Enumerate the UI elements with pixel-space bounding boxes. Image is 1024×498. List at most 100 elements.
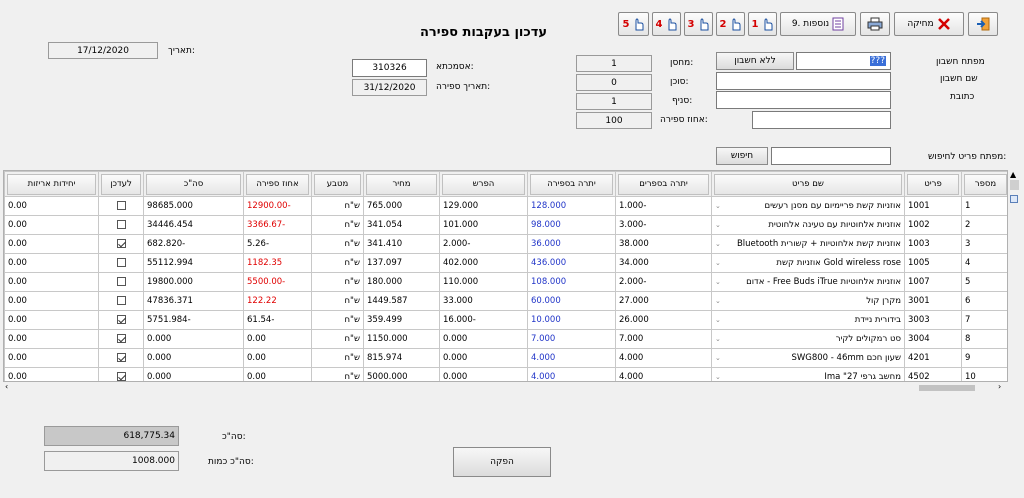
cell-book[interactable]: -2.000 [615,272,712,292]
cell-units[interactable]: 0.00 [4,272,99,292]
chevron-down-icon[interactable]: ⌄ [715,202,721,210]
column-header[interactable]: מטבע [311,171,364,197]
cell-num[interactable]: 6 [961,291,1007,311]
cell-units[interactable]: 0.00 [4,253,99,273]
cell-name[interactable]: ⌄ מקרן קול [711,291,905,311]
cell-update[interactable] [98,291,144,311]
cell-item[interactable]: 3004 [904,329,962,349]
cell-curr[interactable]: ש"ח [311,348,364,368]
cell-price[interactable]: 341.054 [363,215,440,235]
cell-curr[interactable]: ש"ח [311,272,364,292]
cell-name[interactable]: ⌄ אוזניות קשת פריימיום עם מסנן רעשים [711,196,905,216]
table-row[interactable]: 4 1005 ⌄ Gold wireless rose אוזניות קשת 34.0… [4,253,1007,273]
cell-book[interactable]: 4.000 [615,367,712,381]
column-header[interactable]: סה"כ [143,171,244,197]
chevron-down-icon[interactable]: ⌄ [715,373,721,381]
update-checkbox[interactable] [116,220,126,229]
cell-count[interactable]: 10.000 [527,310,616,330]
table-row[interactable]: 6 3001 ⌄ מקרן קול 27.000 60.000 33.000 1449.587… [4,291,1007,311]
chevron-down-icon[interactable]: ⌄ [715,278,721,286]
cell-curr[interactable]: ש"ח [311,253,364,273]
column-header[interactable]: אחוז ספירה [243,171,312,197]
cell-units[interactable]: 0.00 [4,291,99,311]
table-row[interactable]: 7 3003 ⌄ בידורית ניידת 26.000 10.000 -16.000 35… [4,310,1007,330]
update-checkbox[interactable] [116,296,126,305]
cell-pct[interactable]: 122.22 [243,291,312,311]
cell-count[interactable]: 7.000 [527,329,616,349]
reference-input[interactable]: 310326 [352,59,427,77]
cell-book[interactable]: 4.000 [615,348,712,368]
hand-button-5[interactable]: 5 [618,12,649,36]
update-checkbox[interactable] [116,353,126,362]
execute-button[interactable]: הפקה [453,447,551,477]
column-header[interactable]: שם פריט [711,171,905,197]
update-checkbox[interactable] [116,334,126,343]
cell-curr[interactable]: ש"ח [311,291,364,311]
cell-book[interactable]: 27.000 [615,291,712,311]
cell-update[interactable] [98,215,144,235]
cell-curr[interactable]: ש"ח [311,367,364,381]
cell-curr[interactable]: ש"ח [311,234,364,254]
update-checkbox[interactable] [116,201,126,210]
scrollbar-thumb[interactable] [919,385,975,391]
column-header[interactable]: לעדכן [98,171,144,197]
print-button[interactable] [860,12,890,36]
update-checkbox[interactable] [116,258,126,267]
account-key-input[interactable]: ??? [796,52,891,70]
cell-num[interactable]: 7 [961,310,1007,330]
cell-update[interactable] [98,196,144,216]
cell-price[interactable]: 137.097 [363,253,440,273]
cell-units[interactable]: 0.00 [4,329,99,349]
cell-update[interactable] [98,234,144,254]
cell-name[interactable]: ⌄ מחשב גרפי 27" Ima [711,367,905,381]
cell-pct[interactable]: -3366.67 [243,215,312,235]
cell-num[interactable]: 9 [961,348,1007,368]
table-row[interactable]: 2 1002 ⌄ אוזניות אלחוטיות עם טעינה אלחוטית -… [4,215,1007,235]
cell-name[interactable]: ⌄ בידורית ניידת [711,310,905,330]
cell-book[interactable]: -3.000 [615,215,712,235]
column-header[interactable]: פריט [904,171,962,197]
cell-count[interactable]: 60.000 [527,291,616,311]
cell-count[interactable]: 98.000 [527,215,616,235]
cell-price[interactable]: 5000.000 [363,367,440,381]
cell-diff[interactable]: 101.000 [439,215,528,235]
cell-num[interactable]: 8 [961,329,1007,349]
cell-units[interactable]: 0.00 [4,196,99,216]
grid-scroll-up-icon[interactable]: ▲ [1010,170,1016,179]
cell-diff[interactable]: 0.000 [439,329,528,349]
cell-diff[interactable]: 0.000 [439,367,528,381]
cell-num[interactable]: 10 [961,367,1007,381]
cell-book[interactable]: 38.000 [615,234,712,254]
cell-total[interactable]: 0.000 [143,329,244,349]
cell-count[interactable]: 4.000 [527,367,616,381]
item-search-input[interactable] [771,147,891,165]
update-checkbox[interactable] [116,277,126,286]
cell-diff[interactable]: -2.000 [439,234,528,254]
table-row[interactable]: 3 1003 ⌄ אוזניות קשת אלחוטיות + קשורית Blue… [4,234,1007,254]
cell-curr[interactable]: ש"ח [311,196,364,216]
horizontal-scrollbar[interactable]: ‹ › [3,382,1008,393]
account-name-input[interactable] [716,72,891,90]
cell-total[interactable]: 19800.000 [143,272,244,292]
hand-button-1[interactable]: 1 [748,12,777,36]
cell-count[interactable]: 36.000 [527,234,616,254]
chevron-down-icon[interactable]: ⌄ [715,221,721,229]
cell-total[interactable]: 55112.994 [143,253,244,273]
scroll-right-icon[interactable]: › [998,382,1001,391]
cell-name[interactable]: ⌄ Gold wireless rose אוזניות קשת [711,253,905,273]
cell-total[interactable]: 47836.371 [143,291,244,311]
cell-item[interactable]: 1001 [904,196,962,216]
cell-pct[interactable]: -12900.00 [243,196,312,216]
cell-item[interactable]: 1005 [904,253,962,273]
cell-item[interactable]: 4201 [904,348,962,368]
cell-price[interactable]: 1150.000 [363,329,440,349]
cell-item[interactable]: 1002 [904,215,962,235]
cell-num[interactable]: 4 [961,253,1007,273]
hand-button-4[interactable]: 4 [652,12,681,36]
cell-units[interactable]: 0.00 [4,367,99,381]
update-checkbox[interactable] [116,315,126,324]
cell-price[interactable]: 180.000 [363,272,440,292]
update-checkbox[interactable] [116,372,126,381]
grid-scrollbar-thumb[interactable] [1010,180,1019,190]
cell-diff[interactable]: 110.000 [439,272,528,292]
